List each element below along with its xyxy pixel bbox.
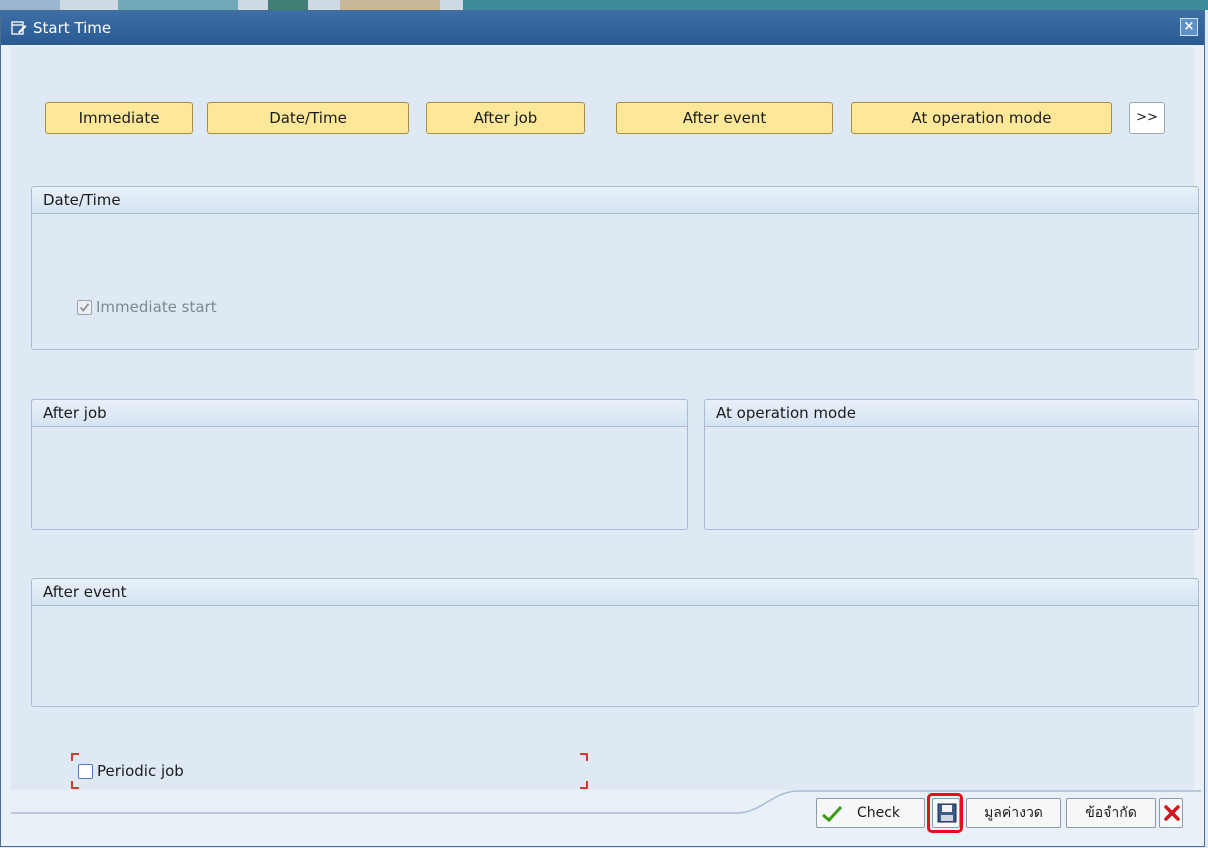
checkmark-icon [821,805,843,833]
after-job-group-title: After job [43,404,107,422]
after-event-group-title: After event [43,583,127,601]
values-button[interactable]: มูลค่างวด [966,798,1061,828]
focus-corner [71,753,79,761]
at-operation-mode-group-title: At operation mode [716,404,856,422]
date-time-button[interactable]: Date/Time [207,102,409,134]
after-job-group: After job [31,399,688,530]
after-event-button[interactable]: After event [616,102,833,134]
date-time-group: Date/Time Immediate start [31,186,1199,350]
cancel-x-icon [1163,804,1181,832]
values-button-label: มูลค่างวด [984,805,1043,821]
after-event-group-header: After event [32,579,1198,606]
periodic-job-checkbox[interactable] [78,764,93,779]
dialog-title: Start Time [33,19,112,37]
after-job-button[interactable]: After job [426,102,585,134]
after-event-group: After event [31,578,1199,707]
immediate-button[interactable]: Immediate [45,102,193,134]
check-button[interactable]: Check [816,798,925,828]
close-button[interactable]: × [1180,18,1198,36]
after-job-group-header: After job [32,400,687,427]
dialog-content: Immediate Date/Time After job After even… [11,47,1199,790]
start-time-dialog: Start Time × Immediate Date/Time After j… [0,10,1205,847]
date-time-group-title: Date/Time [43,191,121,209]
at-operation-mode-button[interactable]: At operation mode [851,102,1112,134]
restrictions-button-label: ข้อจำกัด [1085,805,1137,821]
immediate-start-checkbox[interactable] [77,300,92,315]
date-time-group-header: Date/Time [32,187,1198,214]
at-operation-mode-group-header: At operation mode [705,400,1198,427]
at-operation-mode-group: At operation mode [704,399,1199,530]
focus-corner [580,753,588,761]
close-icon: × [1183,19,1195,34]
cancel-button[interactable] [1159,798,1183,828]
dialog-titlebar: Start Time × [1,11,1204,45]
immediate-start-label: Immediate start [96,298,217,316]
window-edit-icon [11,20,27,36]
more-button[interactable]: >> [1129,102,1165,134]
save-button-highlight [927,793,963,833]
restrictions-button[interactable]: ข้อจำกัด [1066,798,1156,828]
background-app-strip [0,0,1208,10]
checkmark-icon [79,303,90,312]
check-button-label: Check [856,805,901,821]
periodic-job-label: Periodic job [97,762,184,780]
